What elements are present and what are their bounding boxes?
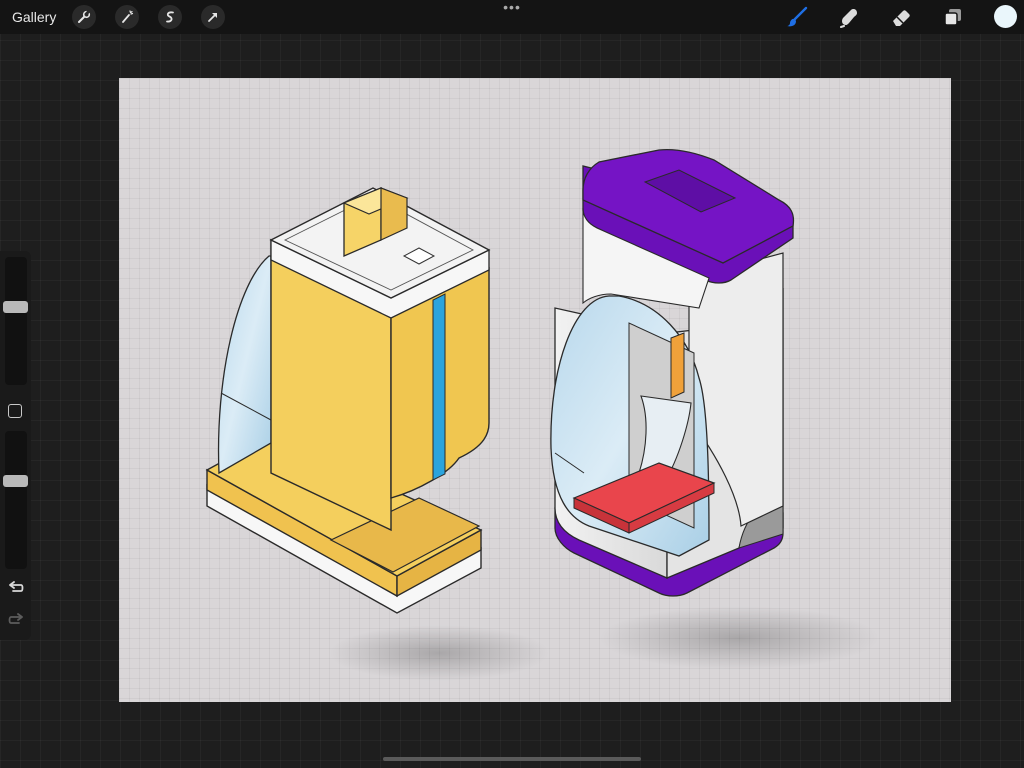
sketch-artwork xyxy=(205,148,879,681)
selection-button[interactable] xyxy=(158,5,182,29)
drawing-canvas[interactable] xyxy=(119,78,951,702)
brush-tool-button[interactable] xyxy=(785,5,809,29)
eraser-icon xyxy=(893,10,910,26)
arrow-cursor-icon xyxy=(208,13,217,22)
opacity-thumb[interactable] xyxy=(3,475,28,488)
brush-size-slider[interactable] xyxy=(5,257,27,385)
color-picker-button[interactable] xyxy=(994,5,1017,28)
gallery-button[interactable]: Gallery xyxy=(12,8,56,26)
brush-icon xyxy=(787,6,808,27)
redo-icon[interactable] xyxy=(7,613,25,629)
transform-button[interactable] xyxy=(201,5,225,29)
yellow-machine-sketch xyxy=(205,187,549,681)
selection-s-icon xyxy=(166,11,174,23)
left-sidebar xyxy=(0,251,31,640)
top-toolbar: Gallery ••• xyxy=(0,0,1024,34)
square-modify-icon[interactable] xyxy=(8,404,22,418)
layers-icon xyxy=(944,9,961,26)
undo-icon[interactable] xyxy=(7,581,25,597)
wrench-icon xyxy=(78,10,91,23)
purple-machine-sketch xyxy=(550,148,879,670)
smudge-icon xyxy=(840,9,857,28)
home-indicator[interactable] xyxy=(383,757,641,761)
magic-wand-icon xyxy=(122,10,134,23)
brush-size-thumb[interactable] xyxy=(3,301,28,314)
more-dots-icon[interactable]: ••• xyxy=(501,0,523,16)
actions-button[interactable] xyxy=(72,5,96,29)
layers-button[interactable] xyxy=(941,5,965,29)
opacity-slider[interactable] xyxy=(5,431,27,569)
purple-machine-shadow xyxy=(599,606,879,670)
eraser-tool-button[interactable] xyxy=(889,5,913,29)
yellow-machine-shadow xyxy=(329,625,549,681)
procreate-app: Gallery ••• xyxy=(0,0,1024,768)
smudge-tool-button[interactable] xyxy=(837,5,861,29)
adjustments-button[interactable] xyxy=(115,5,139,29)
